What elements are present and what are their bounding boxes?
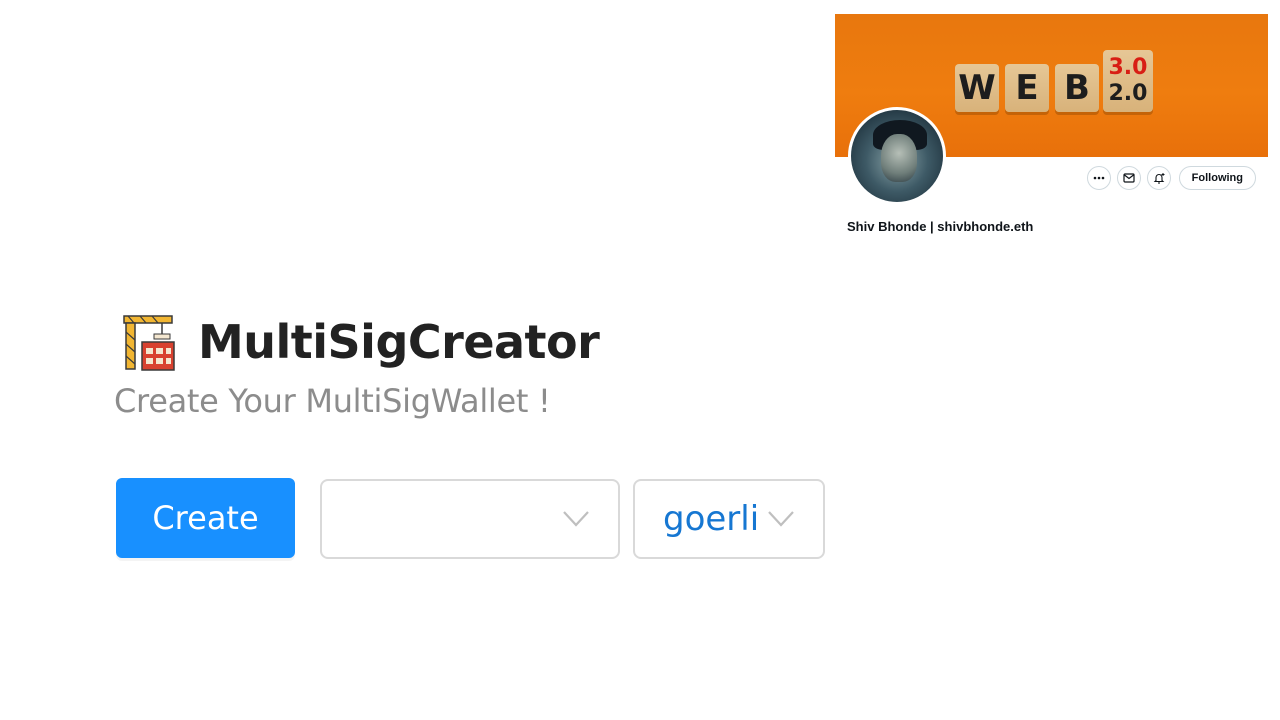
message-button[interactable] (1116, 166, 1141, 190)
more-button[interactable] (1086, 166, 1111, 190)
notification-button[interactable] (1146, 166, 1171, 190)
banner-cube-version: 3.0 2.0 (1103, 50, 1153, 112)
chevron-down-icon (563, 511, 589, 527)
app-subtitle: Create Your MultiSigWallet ! (114, 382, 551, 420)
profile-actions: Following (1086, 166, 1256, 190)
banner-cube-b: B (1055, 64, 1099, 112)
following-button[interactable]: Following (1178, 166, 1256, 190)
banner-version-new: 3.0 (1108, 55, 1148, 80)
message-icon (1123, 173, 1135, 183)
page: W E B 3.0 2.0 Following Shiv Bhonde | sh… (0, 0, 1280, 720)
banner-cube-e: E (1005, 64, 1049, 112)
network-select-value: goerli (663, 499, 760, 539)
create-button[interactable]: Create (116, 478, 295, 558)
profile-card: W E B 3.0 2.0 Following Shiv Bhonde | sh… (835, 14, 1268, 238)
notification-bell-icon (1153, 173, 1165, 184)
profile-name: Shiv Bhonde | shivbhonde.eth (847, 219, 1034, 234)
chevron-down-icon (768, 511, 794, 527)
app-header: MultiSigCreator (118, 312, 600, 372)
avatar[interactable] (848, 107, 946, 205)
more-icon (1093, 176, 1104, 180)
wallet-select[interactable] (320, 479, 620, 559)
construction-crane-icon (118, 312, 178, 372)
network-select[interactable]: goerli (633, 479, 825, 559)
banner-version-old: 2.0 (1108, 81, 1148, 106)
banner-cube-w: W (955, 64, 999, 112)
app-title: MultiSigCreator (198, 315, 600, 369)
